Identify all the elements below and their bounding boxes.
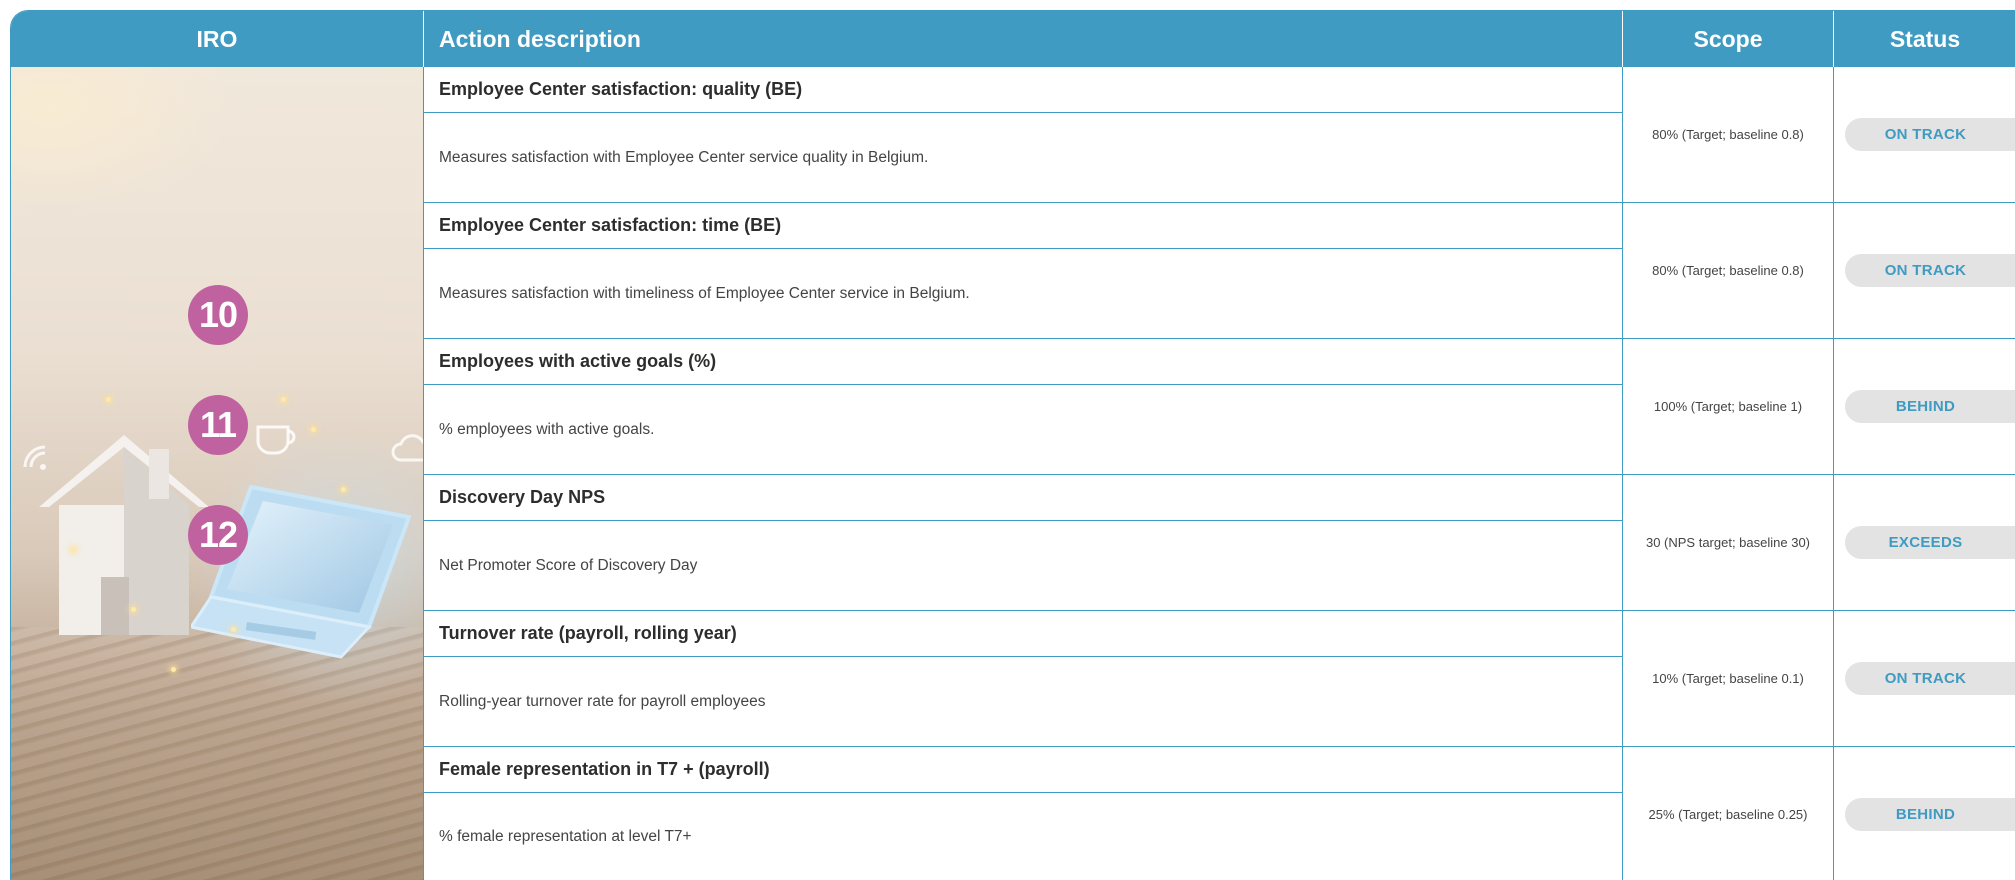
sparkle xyxy=(71,547,76,552)
table-row: Employee Center satisfaction: quality (B… xyxy=(424,67,2015,203)
scope-cell: 80% (Target; baseline 0.8) xyxy=(1623,67,1834,202)
status-cell: BEHIND xyxy=(1834,747,2015,880)
status-cell: EXCEEDS xyxy=(1834,475,2015,610)
sparkle xyxy=(311,427,316,432)
table-row: Employees with active goals (%) % employ… xyxy=(424,339,2015,475)
status-cell: ON TRACK xyxy=(1834,203,2015,338)
iro-badge-12: 12 xyxy=(188,505,248,565)
action-title: Turnover rate (payroll, rolling year) xyxy=(424,611,1622,657)
status-cell: ON TRACK xyxy=(1834,67,2015,202)
scope-cell: 100% (Target; baseline 1) xyxy=(1623,339,1834,474)
status-badge: ON TRACK xyxy=(1845,118,2015,151)
action-title: Employee Center satisfaction: time (BE) xyxy=(424,203,1622,249)
scope-cell: 80% (Target; baseline 0.8) xyxy=(1623,203,1834,338)
scope-cell: 25% (Target; baseline 0.25) xyxy=(1623,747,1834,880)
action-description: Net Promoter Score of Discovery Day xyxy=(439,556,698,574)
sparkle xyxy=(131,607,136,612)
table-row: Employee Center satisfaction: time (BE) … xyxy=(424,203,2015,339)
action-description: Rolling-year turnover rate for payroll e… xyxy=(439,692,766,710)
scope-cell: 30 (NPS target; baseline 30) xyxy=(1623,475,1834,610)
status-badge: EXCEEDS xyxy=(1845,526,2015,559)
action-title: Employees with active goals (%) xyxy=(424,339,1622,385)
coffee-cup-icon xyxy=(256,425,296,455)
sparkle xyxy=(341,487,346,492)
header-scope: Scope xyxy=(1623,11,1834,67)
table-body: Employee Center satisfaction: quality (B… xyxy=(424,67,2015,880)
status-cell: ON TRACK xyxy=(1834,611,2015,746)
action-cell: Turnover rate (payroll, rolling year) Ro… xyxy=(424,611,1623,746)
iro-illustration-panel: 10 11 12 xyxy=(11,67,424,880)
header-status: Status xyxy=(1889,25,1961,52)
status-badge: BEHIND xyxy=(1845,390,2015,423)
status-badge: BEHIND xyxy=(1845,797,2015,831)
cloud-icon xyxy=(391,434,423,462)
action-cell: Employee Center satisfaction: time (BE) … xyxy=(424,203,1623,338)
table-row: Discovery Day NPS Net Promoter Score of … xyxy=(424,475,2015,611)
table-row: Female representation in T7 + (payroll) … xyxy=(424,747,2015,880)
sparkle xyxy=(171,667,176,672)
action-title: Discovery Day NPS xyxy=(424,475,1622,521)
iro-badge-10: 10 xyxy=(188,285,248,345)
action-description: Measures satisfaction with Employee Cent… xyxy=(439,148,929,166)
table-row: Turnover rate (payroll, rolling year) Ro… xyxy=(424,611,2015,747)
action-description: Measures satisfaction with timeliness of… xyxy=(439,284,970,302)
status-badge: ON TRACK xyxy=(1845,662,2015,695)
action-description: % female representation at level T7+ xyxy=(439,828,692,845)
sparkle xyxy=(281,397,286,402)
sparkle xyxy=(106,397,111,402)
kpi-table: IRO Action description Scope Status 10 1… xyxy=(10,10,2015,880)
status-badge: ON TRACK xyxy=(1845,254,2015,287)
action-cell: Discovery Day NPS Net Promoter Score of … xyxy=(424,475,1623,610)
action-title: Employee Center satisfaction: quality (B… xyxy=(424,67,1622,113)
status-cell: BEHIND xyxy=(1834,339,2015,474)
sparkle xyxy=(231,627,236,632)
wifi-icon xyxy=(23,445,46,470)
action-cell: Employees with active goals (%) % employ… xyxy=(424,339,1623,474)
action-cell: Employee Center satisfaction: quality (B… xyxy=(424,67,1623,202)
scope-cell: 10% (Target; baseline 0.1) xyxy=(1623,611,1834,746)
table-header: IRO Action description Scope Status xyxy=(11,11,2015,67)
header-iro: IRO xyxy=(11,11,424,67)
iro-badge-11: 11 xyxy=(188,395,248,455)
action-cell: Female representation in T7 + (payroll) … xyxy=(424,747,1623,880)
action-description: % employees with active goals. xyxy=(439,420,655,438)
header-action-description: Action description xyxy=(424,11,1623,67)
action-title: Female representation in T7 + (payroll) xyxy=(424,747,1622,793)
